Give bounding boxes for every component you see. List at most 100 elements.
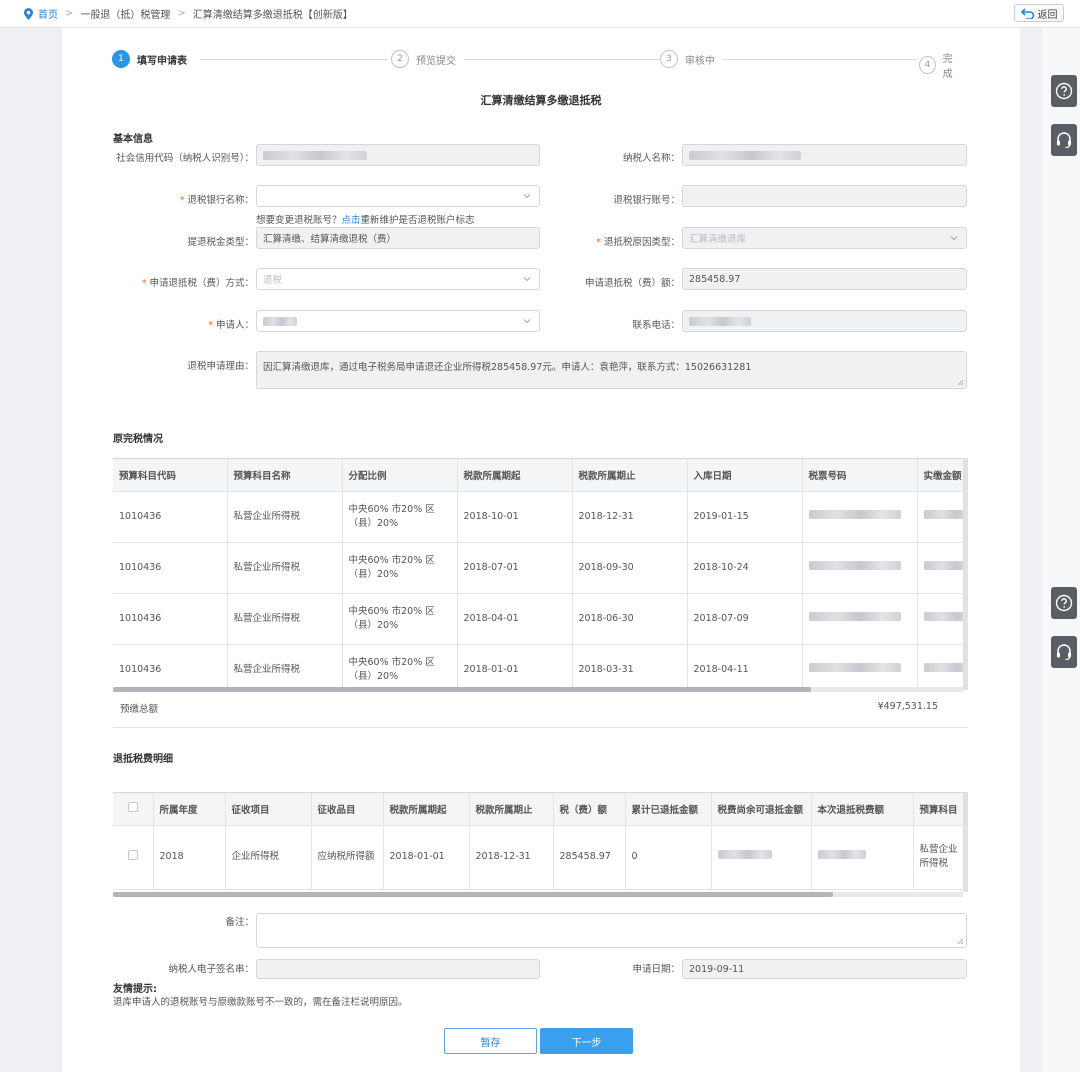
step-number: 3 [660,50,678,68]
cell-name: 私营企业所得税 [227,593,343,645]
refund-reason-textarea[interactable]: 因汇算清缴退库，通过电子税务局申请退还企业所得税285458.97元。申请人：袁… [256,351,967,389]
breadcrumb-home[interactable]: 首页 [38,6,58,21]
chevron-down-icon [523,194,531,199]
column-header: 税款所属期起 [457,459,573,492]
help-button[interactable] [1051,587,1077,619]
step-connector [200,59,388,60]
form-title: 汇算清缴结算多缴退抵税 [480,94,602,107]
phone-field [682,310,967,332]
credit-code-label: 社会信用代码（纳税人识别号）： [116,153,254,164]
cell-name: 私营企业所得税 [227,542,343,594]
tips-title: 友情提示: [113,984,157,995]
back-button[interactable]: 返回 [1014,4,1064,22]
column-header: 分配比例 [342,459,458,492]
cell-date: 2018-10-24 [687,542,803,594]
cell-paid [917,491,963,543]
customer-service-button[interactable] [1051,124,1077,156]
cell-refunded: 0 [625,825,712,890]
applicant-select[interactable] [256,310,540,332]
vertical-scrollbar[interactable] [963,792,968,892]
step-number: 1 [112,50,130,68]
refund-account-label: 退税银行账号： [613,195,680,206]
taxpayer-name-label: 纳税人名称： [622,153,680,164]
refund-amount-field: 285458.97 [682,268,967,290]
step-1: 1 填写申请表 [112,50,193,68]
table-row: 1010436 私营企业所得税 中央60% 市20% 区（县）20% 2018-… [113,593,963,645]
select-all-checkbox[interactable] [127,802,138,813]
table-row: 2018 企业所得税 应纳税所得额 2018-01-01 2018-12-31 … [113,825,963,890]
breadcrumb: 首页 > 一般退（抵）税管理 > 汇算清缴结算多缴退抵税【创新版】 [24,6,353,21]
apply-date-field: 2019-09-11 [682,959,967,979]
refund-type-label: 提退税金类型： [187,237,254,248]
step-label: 填写申请表 [137,55,187,67]
breadcrumb-level1[interactable]: 一般退（抵）税管理 [80,6,170,21]
reason-type-select[interactable]: 汇算清缴退库 [682,227,967,249]
breadcrumb-separator: > [65,8,74,19]
apply-date-label: 申请日期： [632,964,680,975]
table-row: 1010436 私营企业所得税 中央60% 市20% 区（县）20% 2018-… [113,644,963,690]
credit-code-field [256,144,540,166]
horizontal-scrollbar[interactable] [113,892,963,897]
step-3: 3 审核中 [660,50,721,68]
cell-start: 2018-10-01 [457,491,573,543]
cell-date: 2019-01-15 [687,491,803,543]
cell-ticket [802,542,918,594]
headset-icon [1057,644,1071,661]
column-header: 所属年度 [153,793,226,826]
total-value: ¥497,531.15 [877,701,938,712]
cell-sub-item: 应纳税所得额 [311,825,384,890]
row-select-cell [113,825,154,890]
cell-ratio: 中央60% 市20% 区（县）20% [342,542,458,594]
column-header: 实缴金额 [917,459,963,492]
resize-handle-icon[interactable] [957,379,964,386]
step-label: 完成 [942,54,953,80]
right-strip [1042,28,1080,1072]
signature-field [256,959,540,979]
cell-budget: 私营企业所得税 [913,825,963,890]
question-icon [1055,82,1073,100]
column-header: 税款所属期止 [572,459,688,492]
refund-reason-text: 因汇算清缴退库，通过电子税务局申请退还企业所得税285458.97元。申请人：袁… [263,362,752,373]
refund-amount-label: 申请退抵税（费）额： [584,278,680,289]
cell-this-refund[interactable] [811,825,914,890]
table-row: 1010436 私营企业所得税 中央60% 市20% 区（县）20% 2018-… [113,491,963,543]
change-account-link[interactable]: 点击 [342,215,361,226]
refund-bank-select[interactable] [256,185,540,207]
next-step-button[interactable]: 下一步 [540,1028,633,1054]
save-draft-button[interactable]: 暂存 [444,1028,537,1054]
cell-end: 2018-12-31 [572,491,688,543]
refund-bank-label: * 退税银行名称： [179,195,254,206]
vertical-scrollbar[interactable] [963,458,968,690]
breadcrumb-separator: > [177,8,186,19]
column-header: 税费尚余可退抵金额 [711,793,812,826]
signature-label: 纳税人电子签名串： [168,964,254,975]
table-row: 1010436 私营企业所得税 中央60% 市20% 区（县）20% 2018-… [113,542,963,594]
remark-label: 备注： [225,917,254,928]
column-header: 入库日期 [687,459,803,492]
breadcrumb-level2: 汇算清缴结算多缴退抵税【创新版】 [192,10,353,21]
resize-handle-icon[interactable] [957,938,964,945]
cell-name: 私营企业所得税 [227,644,343,690]
chevron-down-icon [523,277,531,282]
help-button[interactable] [1051,75,1077,107]
row-checkbox[interactable] [127,849,138,860]
change-account-hint: 想要变更退税账号？点击重新维护是否退税账户标志 [256,215,475,226]
back-button-label: 返回 [1037,9,1058,21]
cell-date: 2018-07-09 [687,593,803,645]
refund-method-select[interactable]: 退税 [256,268,540,290]
customer-service-button[interactable] [1051,636,1077,668]
refund-account-field [682,185,967,207]
back-arrow-icon [1020,7,1034,19]
cell-code: 1010436 [113,542,228,594]
chevron-down-icon [523,319,531,324]
column-header: 税款所属期起 [383,793,470,826]
step-connector [464,59,660,60]
step-number: 4 [919,56,936,74]
table-header-row: 预算科目代码 预算科目名称 分配比例 税款所属期起 税款所属期止 入库日期 税票… [113,459,963,492]
remark-textarea[interactable] [256,913,967,948]
cell-date: 2018-04-11 [687,644,803,690]
column-header: 征收品目 [311,793,384,826]
refund-detail-table: 所属年度 征收项目 征收品目 税款所属期起 税款所属期止 税（费）额 累计已退抵… [113,792,963,892]
cell-ratio: 中央60% 市20% 区（县）20% [342,644,458,690]
taxpayer-name-field [682,144,967,166]
